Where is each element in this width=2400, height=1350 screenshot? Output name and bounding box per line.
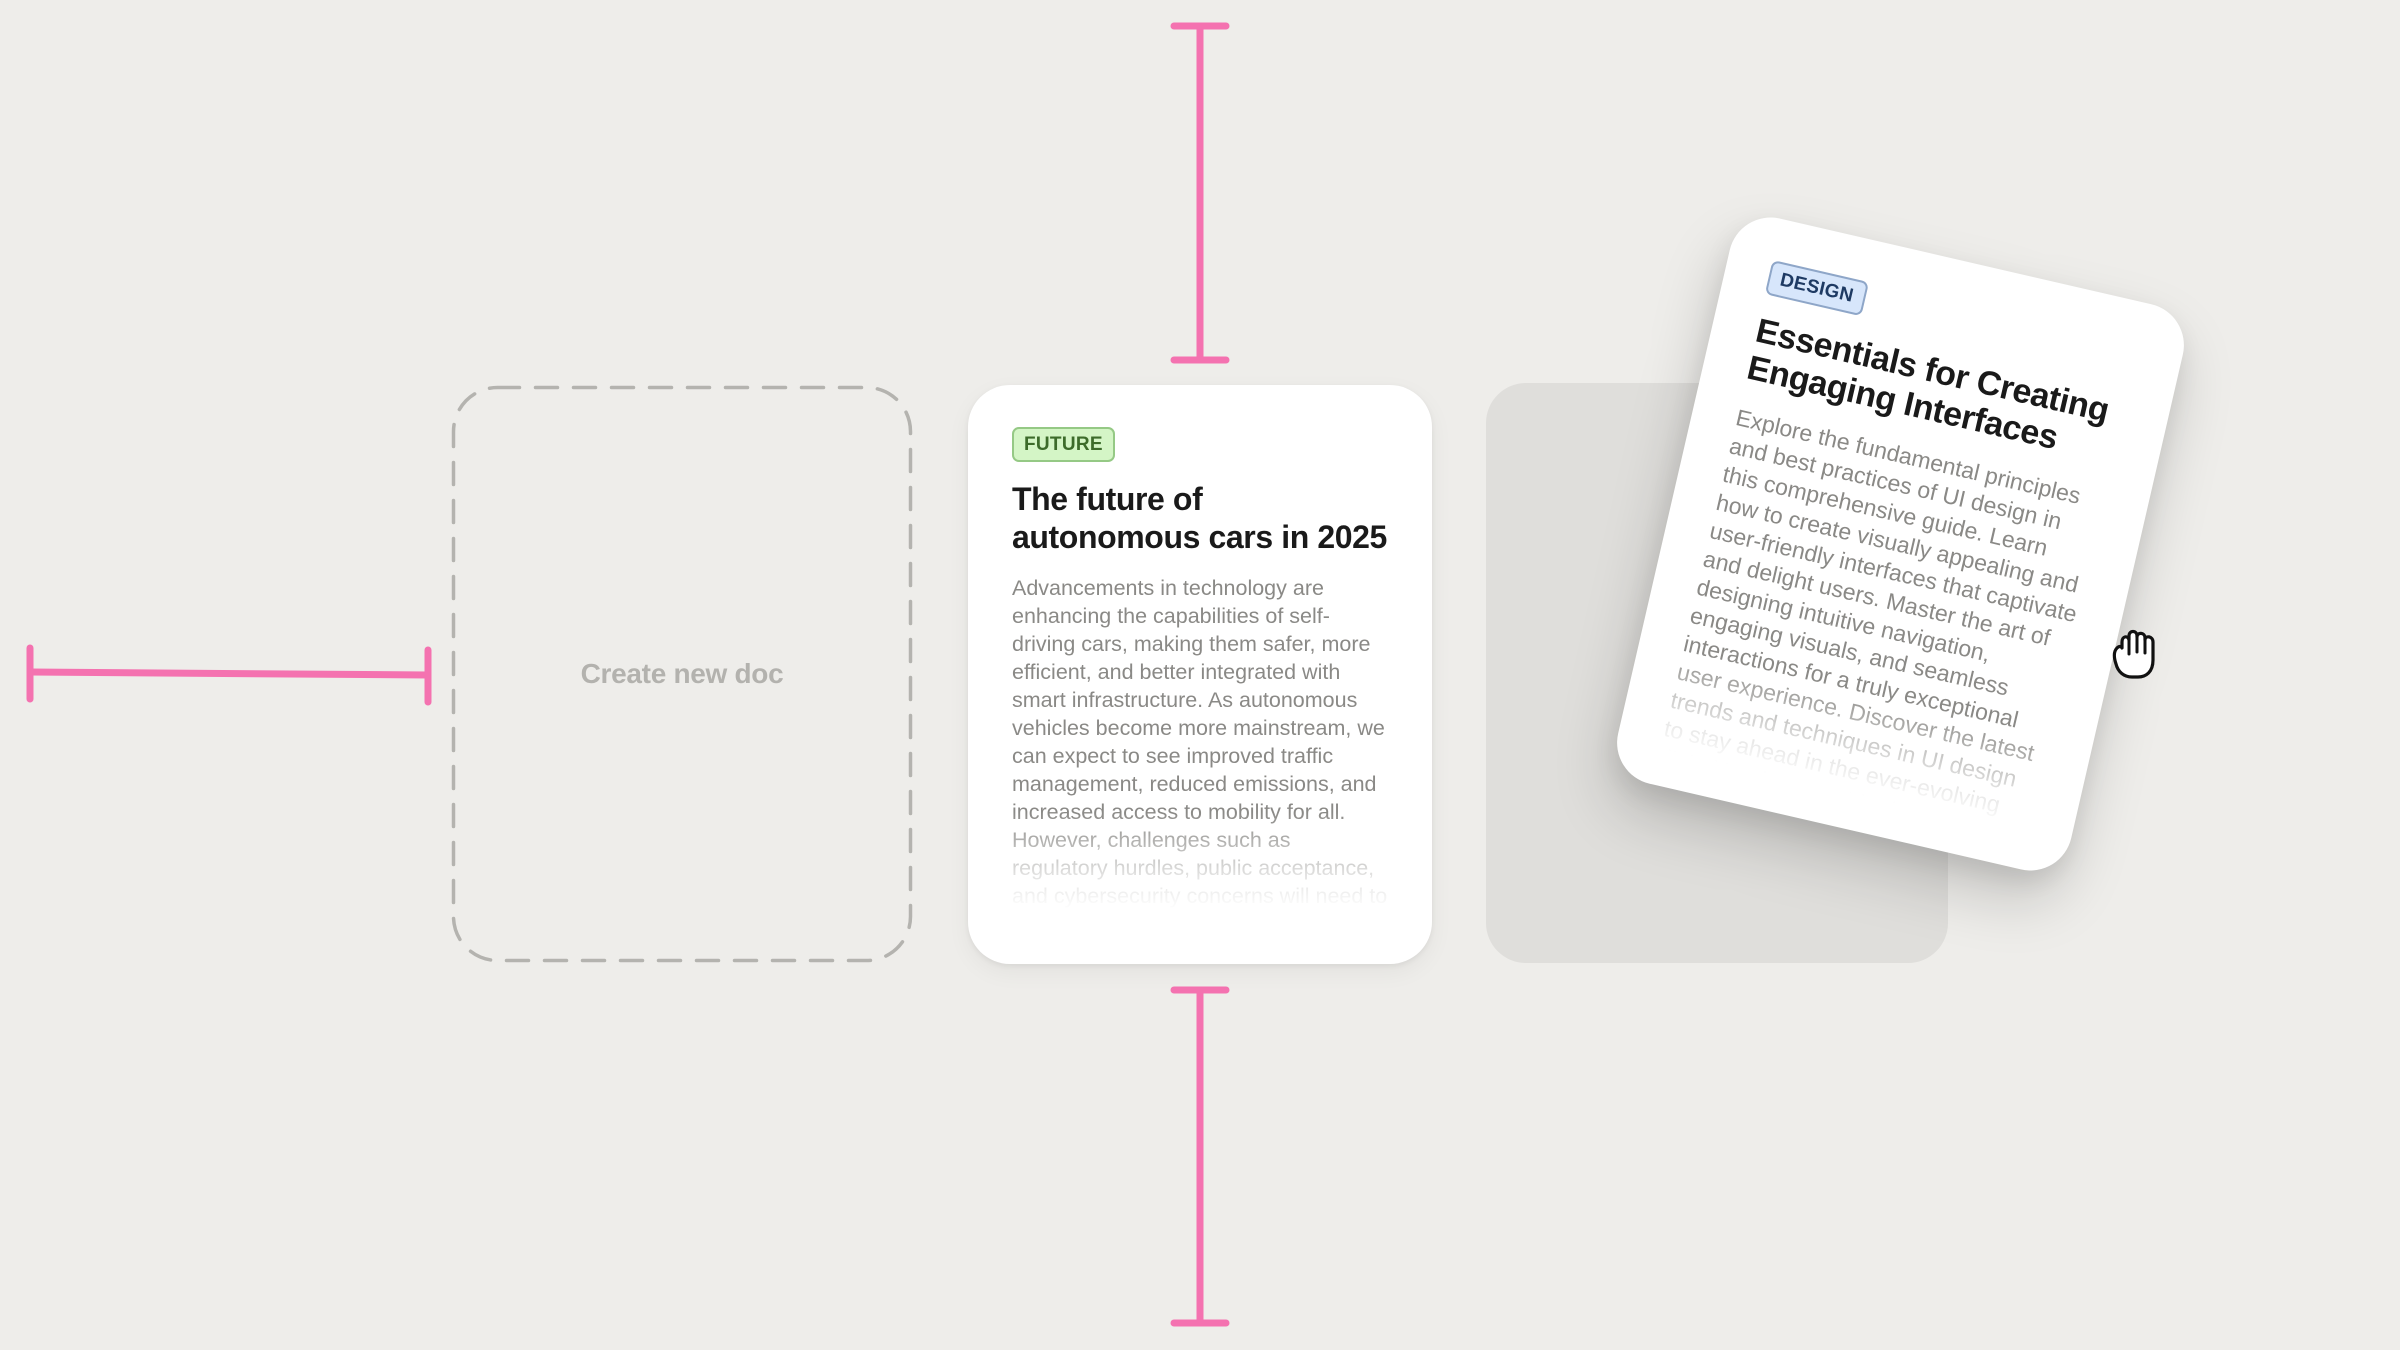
doc-card-dragging[interactable]: DESIGN Essentials for Creating Engaging …	[1608, 209, 2193, 879]
card-excerpt: Advancements in technology are enhancing…	[1012, 576, 1388, 924]
tag-badge: DESIGN	[1764, 259, 1869, 317]
grabbing-hand-icon	[2108, 622, 2160, 682]
tag-badge: FUTURE	[1012, 427, 1115, 462]
create-new-doc-label: Create new doc	[580, 658, 784, 689]
doc-card[interactable]: FUTURE The future of autonomous cars in …	[968, 385, 1432, 964]
card-excerpt: Explore the fundamental principles and b…	[1656, 404, 2084, 834]
card-title: The future of autonomous cars in 2025	[1012, 481, 1387, 555]
canvas: Create new doc FUTURE The future of auto…	[0, 0, 2400, 1350]
create-new-doc-button[interactable]: Create new doc	[451, 385, 913, 963]
